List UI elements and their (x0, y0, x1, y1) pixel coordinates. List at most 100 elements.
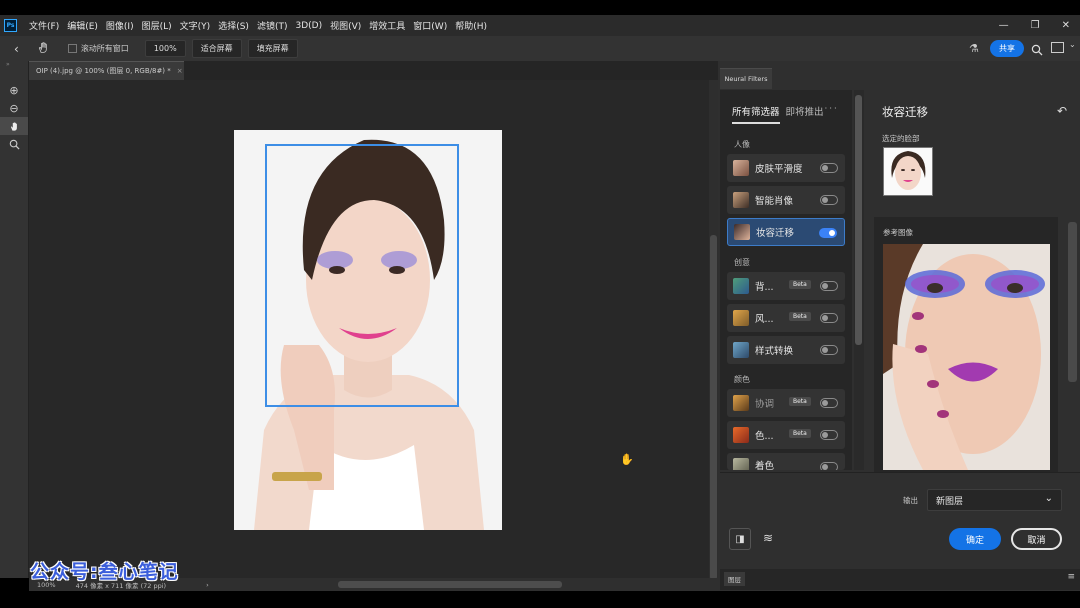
collapse-icon[interactable]: » (0, 61, 28, 69)
menu-window[interactable]: 窗口(W) (409, 19, 451, 32)
toggle-switch[interactable] (820, 430, 838, 440)
minimize-button[interactable]: — (999, 20, 1009, 31)
cloud-dots-icon: ˙˙˙ (823, 107, 838, 118)
output-label: 输出 (903, 496, 918, 505)
menu-layer[interactable]: 图层(L) (138, 19, 176, 32)
toggle-switch[interactable] (820, 195, 838, 205)
menu-file[interactable]: 文件(F) (25, 19, 63, 32)
watermark: 公众号:叁心笔记 (30, 561, 179, 583)
zoom-tool-icon[interactable] (0, 135, 28, 153)
layers-stack-icon[interactable]: ≋ (763, 531, 773, 545)
document-tab-title: OIP (4).jpg @ 100% (图层 0, RGB/8#) * (36, 67, 171, 75)
menu-filter[interactable]: 滤镜(T) (253, 19, 292, 32)
fit-screen-button[interactable]: 适合屏幕 (191, 39, 242, 58)
landscape-thumb-icon (733, 278, 749, 294)
menu-view[interactable]: 视图(V) (326, 19, 365, 32)
filter-makeup-transfer[interactable]: 妆容迁移 (727, 218, 845, 246)
beta-badge: Beta (789, 312, 811, 321)
tab-coming-soon[interactable]: 即将推出˙˙˙ (786, 104, 838, 124)
hand-tool-icon (37, 41, 50, 56)
tab-close-icon[interactable]: × (177, 67, 183, 75)
show-preview-icon[interactable]: ◨ (729, 528, 751, 550)
photoshop-logo-icon: Ps (4, 19, 17, 32)
style-thumb-icon (733, 310, 749, 326)
reset-icon[interactable]: ↶ (1057, 104, 1067, 118)
selected-face-label: 选定的脸部 (882, 134, 920, 143)
cancel-button[interactable]: 取消 (1011, 528, 1062, 550)
filter-tabs: 所有筛选器 即将推出˙˙˙ (732, 104, 838, 124)
filter-label: 背... (755, 282, 774, 293)
filter-colorize[interactable]: 着色 (727, 453, 845, 470)
beta-badge: Beta (789, 280, 811, 289)
selected-face-thumbnail[interactable] (883, 147, 933, 196)
toggle-switch[interactable] (820, 398, 838, 408)
menu-plugins[interactable]: 增效工具 (365, 19, 409, 32)
colorize-thumb-icon (733, 458, 749, 470)
restore-button[interactable]: ❐ (1031, 20, 1040, 31)
scroll-all-checkbox[interactable] (67, 44, 77, 53)
filter-style-transfer[interactable]: 样式转换 (727, 336, 845, 364)
filter-label: 妆容迁移 (756, 228, 795, 239)
tab-coming-soon-label: 即将推出 (785, 107, 824, 118)
toggle-switch[interactable] (820, 462, 838, 470)
reference-image[interactable] (883, 244, 1050, 470)
scroll-all-label: 滚动所有窗口 (80, 44, 129, 53)
status-expand-icon[interactable]: › (206, 581, 209, 589)
output-select[interactable]: 新图层 ⌄ (927, 489, 1062, 511)
reference-image-label: 参考图像 (883, 228, 913, 237)
beta-badge: Beta (789, 397, 811, 406)
back-chevron-icon[interactable]: ‹ (14, 42, 19, 56)
panel-menu-icon[interactable]: ≡ (1067, 572, 1075, 582)
settings-scroll-thumb[interactable] (1068, 222, 1077, 382)
document-tab[interactable]: OIP (4).jpg @ 100% (图层 0, RGB/8#) * × (29, 61, 184, 80)
filter-label: 智能肖像 (755, 196, 794, 207)
fill-screen-button[interactable]: 填充屏幕 (247, 39, 298, 58)
zoom-in-icon[interactable]: ⊕ (0, 81, 28, 99)
canvas-vertical-scroll-thumb[interactable] (710, 235, 717, 580)
ok-button[interactable]: 确定 (949, 528, 1001, 550)
flask-icon[interactable]: ⚗ (969, 42, 979, 55)
filter-label: 皮肤平滑度 (755, 164, 803, 175)
close-button[interactable]: ✕ (1062, 20, 1070, 31)
filter-smart-portrait[interactable]: 智能肖像 (727, 186, 845, 214)
menu-help[interactable]: 帮助(H) (451, 19, 491, 32)
filter-skin-smoothing[interactable]: 皮肤平滑度 (727, 154, 845, 182)
hand-tool-button[interactable] (0, 117, 28, 135)
chevron-down-icon: ⌄ (1044, 493, 1053, 504)
settings-title: 妆容迁移 (882, 105, 928, 119)
workspace-chevron-icon[interactable]: ⌄ (1069, 40, 1076, 49)
tab-all-filters[interactable]: 所有筛选器 (732, 104, 780, 124)
tab-strip (184, 61, 718, 80)
toggle-switch[interactable] (820, 281, 838, 291)
search-icon[interactable] (1031, 41, 1043, 60)
filter-style[interactable]: 风... Beta (727, 304, 845, 332)
toggle-switch[interactable] (819, 228, 837, 238)
filter-color-transfer[interactable]: 色... Beta (727, 421, 845, 449)
section-color: 颜色 (734, 375, 750, 384)
face-selection-box[interactable] (265, 144, 459, 407)
output-area (720, 472, 1080, 569)
layers-panel-bar: 图层 ≡ (720, 569, 1080, 590)
zoom-value-button[interactable]: 100% (144, 40, 186, 57)
makeup-transfer-thumb-icon (734, 224, 750, 240)
zoom-out-icon[interactable]: ⊖ (0, 99, 28, 117)
menu-edit[interactable]: 编辑(E) (63, 19, 102, 32)
filter-landscape-mixer[interactable]: 背... Beta (727, 272, 845, 300)
filter-harmonize[interactable]: 协调 Beta (727, 389, 845, 417)
menu-3d[interactable]: 3D(D) (291, 21, 326, 31)
skin-smoothing-thumb-icon (733, 160, 749, 176)
toggle-switch[interactable] (820, 163, 838, 173)
canvas-horizontal-scroll-thumb[interactable] (338, 581, 562, 588)
menu-select[interactable]: 选择(S) (214, 19, 253, 32)
filter-list-scroll-thumb[interactable] (855, 95, 862, 345)
filter-label: 风... (755, 314, 774, 325)
menu-type[interactable]: 文字(Y) (176, 19, 215, 32)
tab-neural-filters[interactable]: Neural Filters (720, 68, 772, 89)
menu-image[interactable]: 图像(I) (102, 19, 138, 32)
toggle-switch[interactable] (820, 313, 838, 323)
tab-layers[interactable]: 图层 (724, 572, 745, 586)
share-button[interactable]: 共享 (990, 40, 1024, 57)
filter-label: 样式转换 (755, 346, 794, 357)
toggle-switch[interactable] (820, 345, 838, 355)
workspace-icon[interactable] (1051, 42, 1064, 53)
